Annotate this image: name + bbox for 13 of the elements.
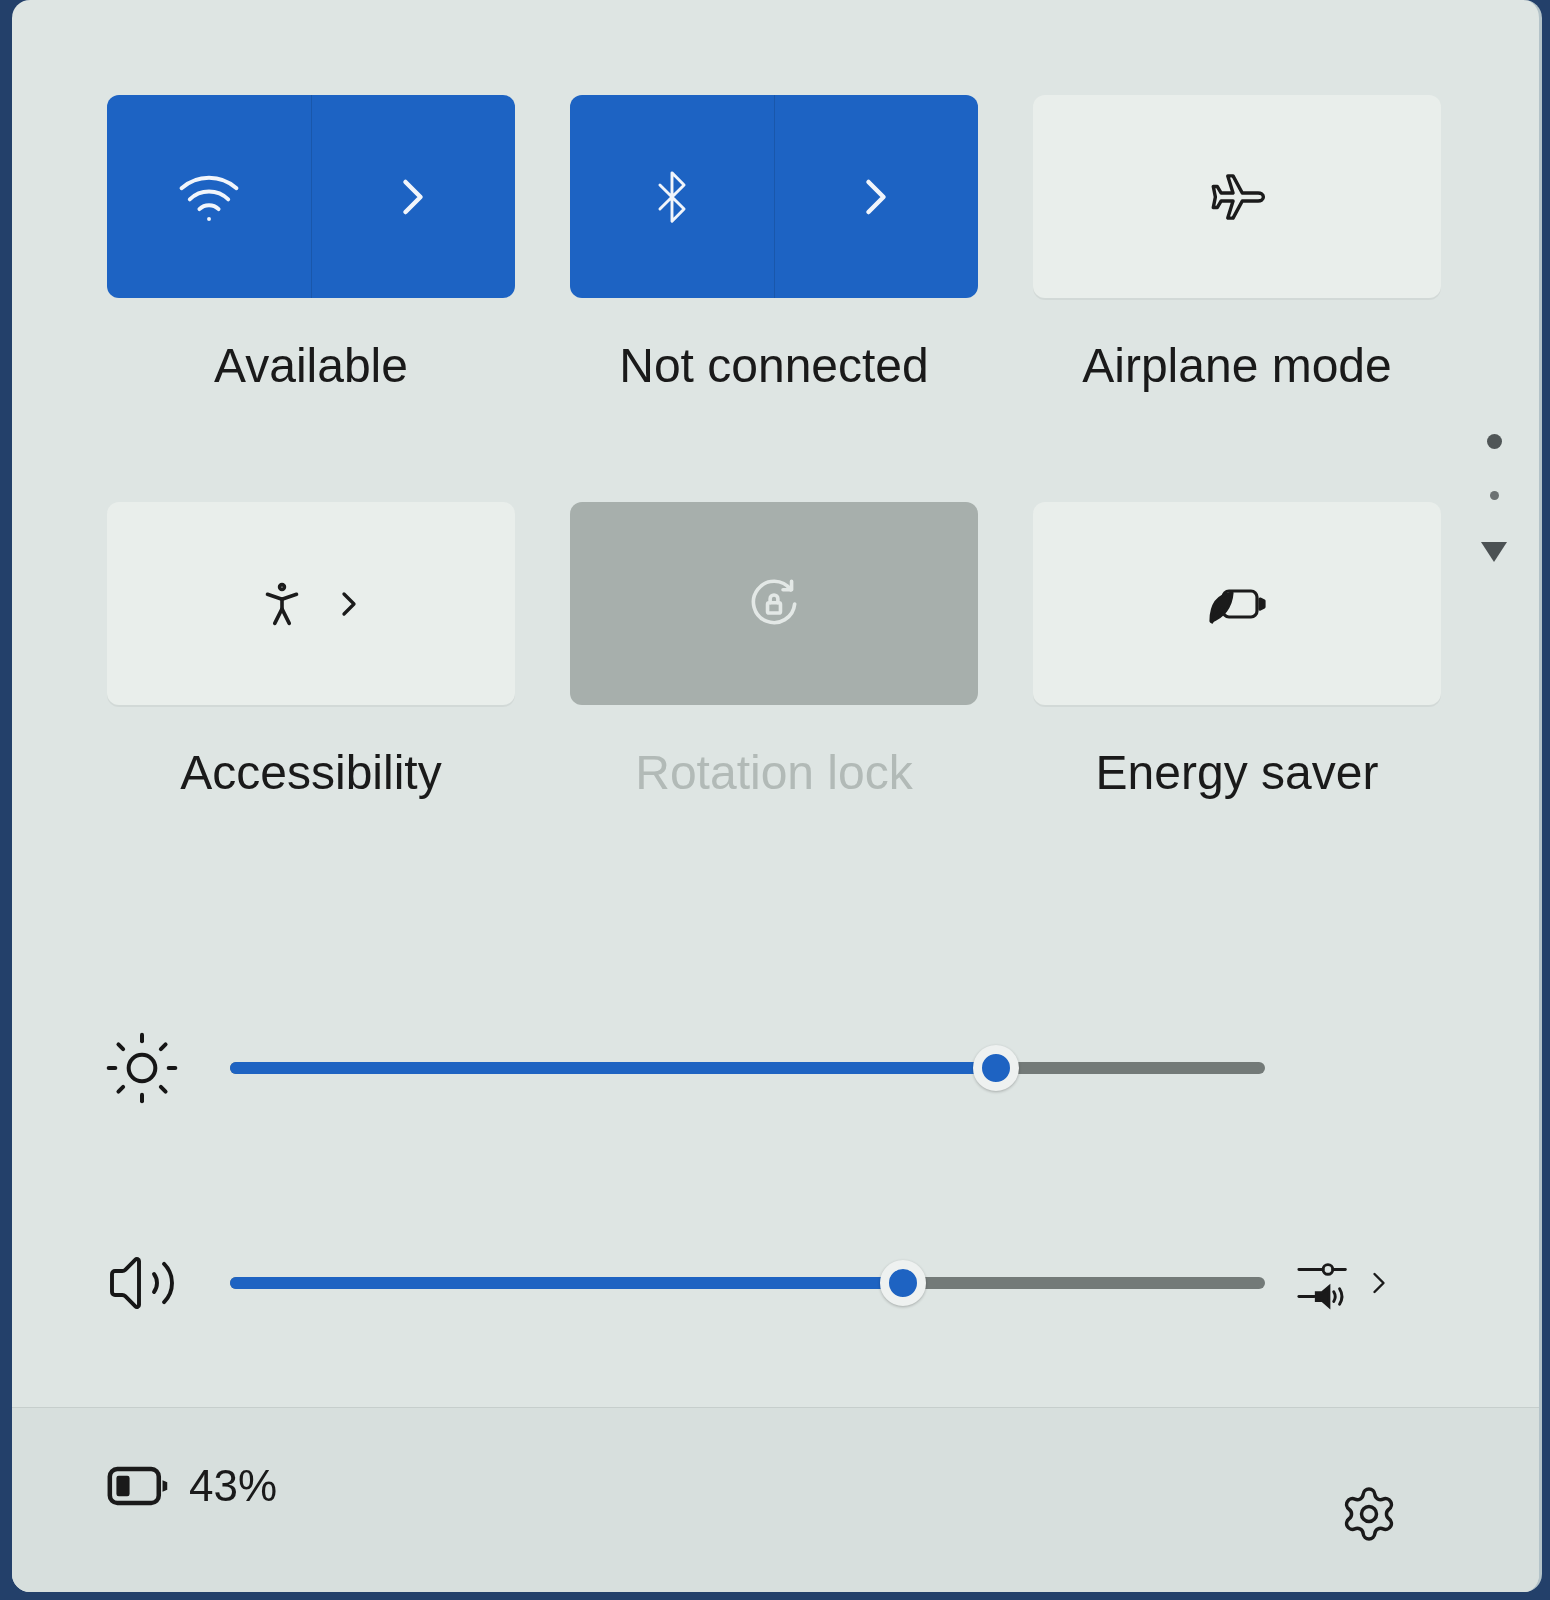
brightness-slider[interactable] [230,1045,1265,1091]
tile-label: Airplane mode [1082,338,1392,394]
tile-label: Energy saver [1095,745,1379,801]
slider-thumb[interactable] [879,1260,926,1306]
volume-slider[interactable] [230,1260,1265,1306]
page-dot[interactable] [1489,491,1499,500]
tile-label: Not connected [619,338,929,394]
tile-label: Accessibility [180,745,442,801]
battery-percentage: 43% [189,1461,278,1511]
triangle-down-icon[interactable] [1481,542,1507,562]
slider-thumb[interactable] [972,1045,1019,1091]
tile-label: Available [214,338,408,394]
page-dot[interactable] [1486,434,1502,449]
